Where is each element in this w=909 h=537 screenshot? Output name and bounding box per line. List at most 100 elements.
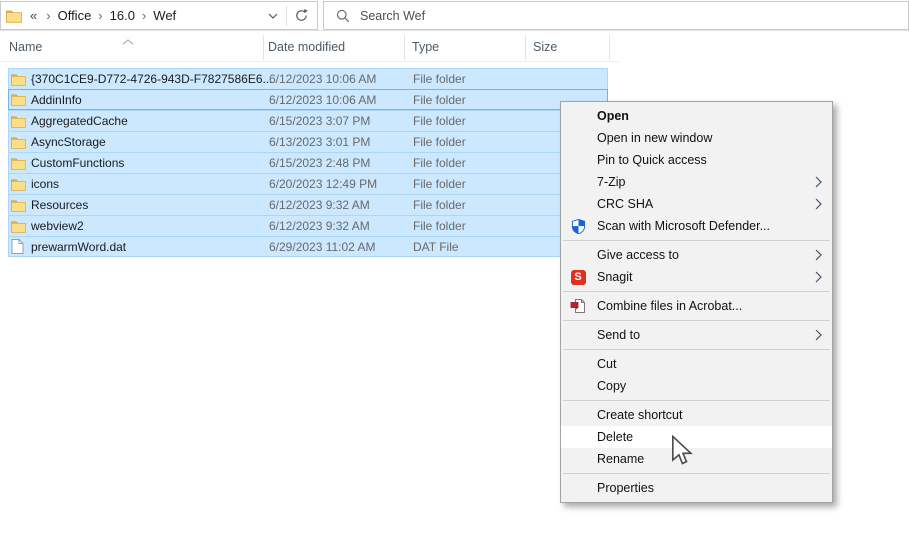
folder-icon <box>11 220 27 233</box>
menu-item-snagit[interactable]: S Snagit <box>561 266 832 288</box>
file-row[interactable]: webview2 6/12/2023 9:32 AM File folder <box>8 215 608 236</box>
search-box[interactable] <box>323 1 909 30</box>
file-list: {370C1CE9-D772-4726-943D-F7827586E6... 6… <box>8 68 608 257</box>
menu-separator <box>561 288 832 295</box>
breadcrumb-item-office[interactable]: Office <box>58 8 92 23</box>
column-resize-handle[interactable] <box>404 35 405 60</box>
menu-item-properties[interactable]: Properties <box>561 477 832 499</box>
file-date-modified: 6/12/2023 10:06 AM <box>269 72 376 86</box>
toolbar: « › Office › 16.0 › Wef <box>0 0 909 31</box>
menu-item-crc-sha[interactable]: CRC SHA <box>561 193 832 215</box>
file-row[interactable]: AggregatedCache 6/15/2023 3:07 PM File f… <box>8 110 608 131</box>
file-row[interactable]: CustomFunctions 6/15/2023 2:48 PM File f… <box>8 152 608 173</box>
file-date-modified: 6/20/2023 12:49 PM <box>269 177 377 191</box>
column-header-name[interactable]: Name <box>9 40 42 54</box>
menu-item-scan-with-defender[interactable]: Scan with Microsoft Defender... <box>561 215 832 237</box>
file-type: File folder <box>413 219 466 233</box>
breadcrumb-separator-icon: › <box>91 8 109 23</box>
breadcrumb-overflow-chevron[interactable]: « <box>28 8 39 23</box>
breadcrumb-separator-icon: › <box>135 8 153 23</box>
file-icon <box>11 239 27 254</box>
address-bar[interactable]: « › Office › 16.0 › Wef <box>0 1 318 30</box>
file-date-modified: 6/12/2023 9:32 AM <box>269 219 370 233</box>
submenu-arrow-icon <box>815 329 822 344</box>
file-row[interactable]: AddinInfo 6/12/2023 10:06 AM File folder <box>8 89 608 110</box>
column-header-date-modified[interactable]: Date modified <box>268 40 345 54</box>
menu-item-create-shortcut[interactable]: Create shortcut <box>561 404 832 426</box>
file-type: File folder <box>413 156 466 170</box>
address-bar-divider <box>286 6 287 26</box>
file-type: File folder <box>413 93 466 107</box>
column-resize-handle[interactable] <box>263 35 264 60</box>
menu-separator <box>561 346 832 353</box>
context-menu: Open Open in new window Pin to Quick acc… <box>560 101 833 503</box>
menu-item-give-access-to[interactable]: Give access to <box>561 244 832 266</box>
file-type: DAT File <box>413 240 459 254</box>
file-name: AsyncStorage <box>31 135 106 149</box>
file-type: File folder <box>413 177 466 191</box>
acrobat-combine-icon <box>570 298 586 314</box>
menu-item-7zip[interactable]: 7-Zip <box>561 171 832 193</box>
folder-icon <box>11 73 27 86</box>
file-name: AggregatedCache <box>31 114 128 128</box>
submenu-arrow-icon <box>815 198 822 213</box>
file-row[interactable]: icons 6/20/2023 12:49 PM File folder <box>8 173 608 194</box>
breadcrumb-separator-icon: › <box>39 8 57 23</box>
menu-item-send-to[interactable]: Send to <box>561 324 832 346</box>
menu-item-copy[interactable]: Copy <box>561 375 832 397</box>
file-name: {370C1CE9-D772-4726-943D-F7827586E6... <box>31 72 273 86</box>
folder-icon <box>11 115 27 128</box>
menu-item-open[interactable]: Open <box>561 105 832 127</box>
file-row[interactable]: prewarmWord.dat 6/29/2023 11:02 AM DAT F… <box>8 236 608 257</box>
file-explorer-window: « › Office › 16.0 › Wef <box>0 0 909 537</box>
file-row[interactable]: {370C1CE9-D772-4726-943D-F7827586E6... 6… <box>8 68 608 89</box>
file-date-modified: 6/15/2023 3:07 PM <box>269 114 370 128</box>
file-date-modified: 6/29/2023 11:02 AM <box>269 240 376 254</box>
file-name: AddinInfo <box>31 93 82 107</box>
submenu-arrow-icon <box>815 249 822 264</box>
file-name: Resources <box>31 198 88 212</box>
menu-separator <box>561 317 832 324</box>
file-type: File folder <box>413 114 466 128</box>
menu-item-rename[interactable]: Rename <box>561 448 832 470</box>
search-input[interactable] <box>360 9 840 23</box>
sort-ascending-icon <box>122 34 134 48</box>
column-resize-handle[interactable] <box>525 35 526 60</box>
column-header-type[interactable]: Type <box>412 40 439 54</box>
menu-item-combine-files-in-acrobat[interactable]: Combine files in Acrobat... <box>561 295 832 317</box>
menu-item-cut[interactable]: Cut <box>561 353 832 375</box>
defender-shield-icon <box>570 218 586 234</box>
file-date-modified: 6/13/2023 3:01 PM <box>269 135 370 149</box>
file-name: prewarmWord.dat <box>31 240 126 254</box>
menu-item-delete[interactable]: Delete <box>561 426 832 448</box>
menu-item-open-in-new-window[interactable]: Open in new window <box>561 127 832 149</box>
menu-separator <box>561 237 832 244</box>
folder-icon <box>11 136 27 149</box>
folder-icon <box>11 93 27 106</box>
file-date-modified: 6/12/2023 9:32 AM <box>269 198 370 212</box>
menu-separator <box>561 470 832 477</box>
submenu-arrow-icon <box>815 271 822 286</box>
column-headers: Name Date modified Type Size <box>0 32 620 62</box>
breadcrumb: « › Office › 16.0 › Wef <box>28 8 176 23</box>
file-date-modified: 6/12/2023 10:06 AM <box>269 93 376 107</box>
file-type: File folder <box>413 135 466 149</box>
current-folder-icon <box>6 9 22 23</box>
menu-item-pin-to-quick-access[interactable]: Pin to Quick access <box>561 149 832 171</box>
column-header-size[interactable]: Size <box>533 40 557 54</box>
snagit-icon: S <box>570 269 586 285</box>
address-dropdown-chevron-icon[interactable] <box>259 2 286 29</box>
breadcrumb-item-16-0[interactable]: 16.0 <box>110 8 135 23</box>
submenu-arrow-icon <box>815 176 822 191</box>
file-row[interactable]: AsyncStorage 6/13/2023 3:01 PM File fold… <box>8 131 608 152</box>
folder-icon <box>11 178 27 191</box>
column-resize-handle[interactable] <box>609 35 610 60</box>
search-icon <box>336 9 350 23</box>
file-date-modified: 6/15/2023 2:48 PM <box>269 156 370 170</box>
breadcrumb-item-wef[interactable]: Wef <box>153 8 176 23</box>
refresh-icon[interactable] <box>288 2 315 29</box>
file-row[interactable]: Resources 6/12/2023 9:32 AM File folder <box>8 194 608 215</box>
folder-icon <box>11 157 27 170</box>
file-name: icons <box>31 177 59 191</box>
header-divider <box>0 61 620 62</box>
